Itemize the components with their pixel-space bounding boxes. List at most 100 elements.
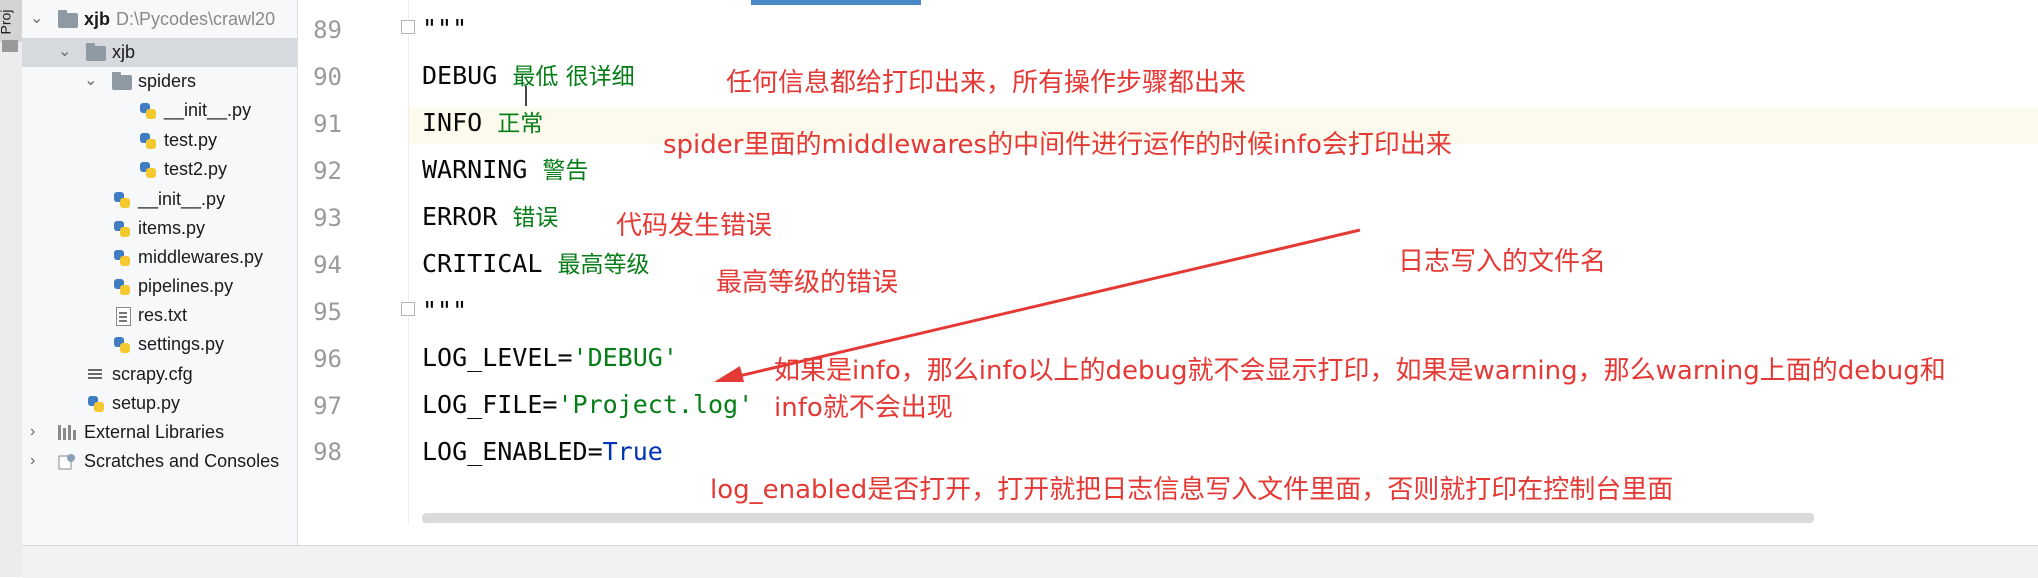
tree-item-label: pipelines.py	[138, 276, 234, 296]
tree-item-scratches[interactable]: › Scratches and Consoles	[22, 447, 297, 476]
text-cursor	[525, 86, 527, 106]
library-icon	[58, 425, 78, 440]
tree-item-file[interactable]: scrapy.cfg	[22, 360, 297, 389]
horizontal-scrollbar[interactable]	[422, 513, 1814, 523]
project-tool-tab-label: Proj	[0, 9, 14, 35]
code-line-94[interactable]: CRITICAL 最高等级	[422, 249, 649, 280]
python-file-icon	[114, 190, 130, 210]
code-token: LOG_LEVEL=	[422, 343, 573, 372]
project-tree: ⌄ xjb D:\Pycodes\crawl20 ⌄ xjb ⌄ spiders …	[22, 0, 298, 545]
line-number: 92	[313, 157, 342, 185]
code-comment-cn: 最高等级	[557, 252, 650, 278]
tree-item-file[interactable]: __init__.py	[22, 185, 297, 214]
tree-item-external-libraries[interactable]: › External Libraries	[22, 418, 297, 447]
tree-item-root[interactable]: ⌄ xjb D:\Pycodes\crawl20	[22, 5, 297, 34]
project-tool-tab[interactable]: Proj	[0, 0, 22, 42]
code-token: INFO	[422, 108, 483, 137]
tree-item-spiders[interactable]: ⌄ spiders	[22, 67, 297, 96]
tree-item-file[interactable]: middlewares.py	[22, 243, 297, 272]
tree-item-label: External Libraries	[84, 422, 225, 442]
fold-marker-icon[interactable]	[401, 20, 415, 34]
code-line-95[interactable]: """	[422, 296, 467, 326]
chevron-right-icon[interactable]: ›	[30, 423, 35, 441]
code-token: DEBUG	[422, 61, 498, 90]
python-file-icon	[114, 335, 130, 355]
code-token: LOG_ENABLED=	[422, 437, 603, 466]
package-folder-icon	[86, 43, 106, 61]
line-number: 97	[313, 392, 342, 420]
code-line-96[interactable]: LOG_LEVEL='DEBUG'	[422, 343, 678, 373]
tree-item-xjb[interactable]: ⌄ xjb	[22, 38, 297, 67]
line-number: 89	[313, 16, 342, 44]
root-folder-path: D:\Pycodes\crawl20	[116, 9, 276, 29]
package-folder-icon	[112, 72, 132, 90]
chevron-down-icon[interactable]: ⌄	[58, 43, 71, 61]
scratches-icon	[58, 453, 76, 471]
active-tab-indicator	[751, 0, 921, 5]
tree-item-file[interactable]: pipelines.py	[22, 272, 297, 301]
keyword-literal: True	[602, 437, 663, 466]
code-comment-cn: 错误	[512, 205, 559, 231]
tree-item-file[interactable]: items.py	[22, 214, 297, 243]
tree-item-label: settings.py	[138, 334, 225, 354]
line-number: 94	[313, 251, 342, 279]
docstring-quotes: """	[422, 296, 468, 325]
tree-item-file[interactable]: test2.py	[22, 155, 297, 184]
python-file-icon	[88, 394, 104, 414]
folder-icon	[2, 40, 18, 52]
folder-icon	[58, 10, 78, 28]
tree-item-label: test2.py	[164, 159, 228, 179]
tree-item-label: xjb	[112, 42, 136, 62]
tree-item-label: scrapy.cfg	[112, 364, 193, 384]
annotation-info: spider里面的middlewares的中间件进行运作的时候info会打印出来	[663, 130, 1452, 160]
annotation-arrow	[714, 228, 1361, 382]
tree-item-label: test.py	[164, 130, 218, 150]
tree-item-file[interactable]: settings.py	[22, 330, 297, 359]
line-number: 98	[313, 438, 342, 466]
code-line-89[interactable]: """	[422, 14, 467, 44]
code-line-90[interactable]: DEBUG 最低 很详细	[422, 61, 635, 92]
python-file-icon	[140, 101, 156, 121]
line-number-gutter: 89 90 91 92 93 94 95 96 97 98	[298, 0, 415, 525]
line-number: 90	[313, 63, 342, 91]
code-token: LOG_FILE=	[422, 390, 558, 419]
chevron-down-icon[interactable]: ⌄	[84, 72, 97, 90]
tree-item-label: Scratches and Consoles	[84, 451, 280, 471]
code-line-98[interactable]: LOG_ENABLED=True	[422, 437, 663, 467]
fold-marker-icon[interactable]	[401, 302, 415, 316]
python-file-icon	[140, 131, 156, 151]
code-line-91[interactable]: INFO 正常	[422, 108, 543, 139]
annotation-debug: 任何信息都给打印出来，所有操作步骤都出来	[726, 68, 1247, 98]
tree-item-label: __init__.py	[164, 100, 252, 120]
chevron-right-icon[interactable]: ›	[30, 452, 35, 470]
code-comment-cn: 最低 很详细	[512, 64, 635, 90]
bottom-toolbar	[22, 545, 2038, 578]
tree-item-file[interactable]: test.py	[22, 126, 297, 155]
tree-item-file[interactable]: res.txt	[22, 301, 297, 330]
python-file-icon	[140, 160, 156, 180]
annotation-logfile: 日志写入的文件名	[1398, 247, 1607, 277]
root-folder-name: xjb	[84, 9, 111, 29]
code-line-93[interactable]: ERROR 错误	[422, 202, 558, 233]
tree-item-label: items.py	[138, 218, 206, 238]
code-token: ERROR	[422, 202, 498, 231]
line-number: 91	[313, 110, 342, 138]
python-file-icon	[114, 219, 130, 239]
tree-item-file[interactable]: setup.py	[22, 389, 297, 418]
python-file-icon	[114, 248, 130, 268]
line-number: 96	[313, 345, 342, 373]
docstring-quotes: """	[422, 14, 468, 43]
python-file-icon	[114, 277, 130, 297]
code-token: WARNING	[422, 155, 528, 184]
code-line-92[interactable]: WARNING 警告	[422, 155, 588, 186]
chevron-down-icon[interactable]: ⌄	[30, 10, 43, 28]
tree-item-label: spiders	[138, 71, 197, 91]
tree-item-file[interactable]: __init__.py	[22, 96, 297, 125]
line-number: 95	[313, 298, 342, 326]
tree-item-label: __init__.py	[138, 189, 226, 209]
tree-item-label: middlewares.py	[138, 247, 264, 267]
text-file-icon	[116, 307, 131, 326]
line-number: 93	[313, 204, 342, 232]
code-comment-cn: 警告	[542, 158, 589, 184]
code-token: CRITICAL	[422, 249, 543, 278]
